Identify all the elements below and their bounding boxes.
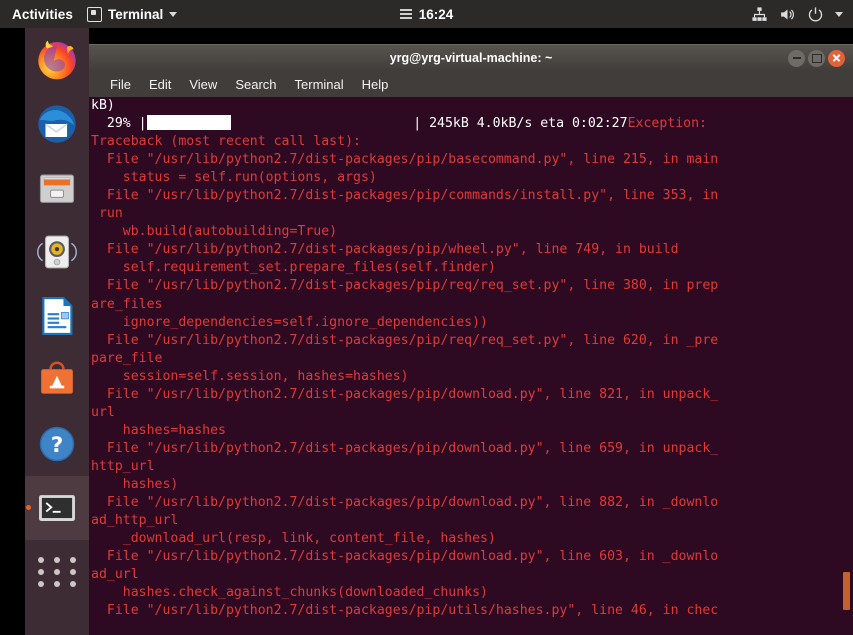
terminal-line: hashes=hashes: [91, 422, 226, 438]
menu-bar: File Edit View Search Terminal Help: [89, 71, 853, 97]
dock-item-firefox[interactable]: [25, 28, 89, 92]
terminal-line: ad_url: [91, 567, 139, 583]
dock-item-show-applications[interactable]: [25, 540, 89, 604]
terminal-line: ignore_dependencies=self.ignore_dependen…: [91, 314, 488, 330]
dock-item-files[interactable]: [25, 156, 89, 220]
terminal-scrollbar[interactable]: [841, 97, 853, 635]
terminal-line: self.requirement_set.prepare_files(self.…: [91, 260, 496, 276]
firefox-icon: [38, 40, 76, 80]
dock-item-thunderbird[interactable]: [25, 92, 89, 156]
files-icon: [39, 174, 75, 203]
terminal-line: _download_url(resp, link, content_file, …: [91, 531, 496, 547]
window-controls: [788, 45, 845, 71]
volume-icon[interactable]: [779, 6, 796, 23]
window-title: yrg@yrg-virtual-machine: ~: [389, 51, 553, 65]
app-menu-terminal[interactable]: Terminal: [87, 6, 178, 22]
terminal-line: File "/usr/lib/python2.7/dist-packages/p…: [91, 278, 719, 294]
terminal-line: File "/usr/lib/python2.7/dist-packages/p…: [91, 440, 719, 456]
show-applications-icon: [33, 554, 81, 590]
terminal-line: ad_http_url: [91, 513, 179, 529]
dock-item-help[interactable]: ?: [25, 412, 89, 476]
terminal-line: are_files: [91, 296, 163, 312]
terminal-line: File "/usr/lib/python2.7/dist-packages/p…: [91, 603, 719, 619]
menu-item-edit[interactable]: Edit: [140, 75, 180, 94]
menu-item-file[interactable]: File: [101, 75, 140, 94]
desktop-screen: Activities Terminal 16:24 ? yrg@yrg-virt…: [0, 0, 853, 635]
terminal-line: File "/usr/lib/python2.7/dist-packages/p…: [91, 332, 719, 348]
libreoffice-writer-icon: [42, 296, 73, 336]
window-titlebar[interactable]: yrg@yrg-virtual-machine: ~: [89, 44, 853, 71]
terminal-line: 29% | | 245kB 4.0kB/s eta 0:02:27Excepti…: [91, 115, 821, 133]
activities-button[interactable]: Activities: [12, 7, 73, 22]
progress-percent: 29% |: [91, 116, 147, 132]
terminal-line: File "/usr/lib/python2.7/dist-packages/p…: [91, 549, 719, 565]
app-menu-label: Terminal: [108, 6, 164, 22]
menu-item-view[interactable]: View: [180, 75, 226, 94]
terminal-line: hashes.check_against_chunks(downloaded_c…: [91, 585, 488, 601]
terminal-window: yrg@yrg-virtual-machine: ~ File Edit Vie…: [89, 44, 853, 635]
help-icon: ?: [39, 426, 75, 462]
dock-item-rhythmbox[interactable]: [25, 220, 89, 284]
chevron-down-icon[interactable]: [835, 11, 843, 17]
app-window-icon: [87, 6, 103, 22]
terminal-line: session=self.session, hashes=hashes): [91, 368, 409, 384]
terminal-line: kB): [91, 98, 115, 113]
terminal-line: http_url: [91, 458, 155, 474]
network-icon[interactable]: [751, 6, 768, 23]
menu-item-terminal[interactable]: Terminal: [286, 75, 353, 94]
terminal-line: wb.build(autobuilding=True): [91, 224, 338, 240]
menu-item-search[interactable]: Search: [226, 75, 285, 94]
terminal-line: File "/usr/lib/python2.7/dist-packages/p…: [91, 242, 679, 258]
launcher-dock: ?: [25, 28, 89, 635]
scrollbar-thumb[interactable]: [843, 572, 850, 610]
maximize-button[interactable]: [808, 49, 825, 67]
gnome-top-bar: Activities Terminal 16:24: [0, 0, 853, 28]
minimize-button[interactable]: [788, 49, 805, 67]
terminal-line: hashes): [91, 476, 179, 492]
progress-stats: | 245kB 4.0kB/s eta 0:02:27: [405, 116, 628, 132]
terminal-text: kB) 29% | | 245kB 4.0kB/s eta 0:02:27Exc…: [91, 97, 821, 620]
dock-item-ubuntu-software[interactable]: [25, 348, 89, 412]
power-icon[interactable]: [807, 6, 824, 23]
rhythmbox-icon: [37, 235, 77, 269]
terminal-line: url: [91, 404, 115, 420]
clock-label[interactable]: 16:24: [419, 7, 454, 22]
terminal-line: File "/usr/lib/python2.7/dist-packages/p…: [91, 386, 719, 402]
svg-text:?: ?: [51, 433, 64, 458]
terminal-icon: [39, 495, 75, 521]
close-button[interactable]: [828, 49, 845, 67]
terminal-line: File "/usr/lib/python2.7/dist-packages/p…: [91, 152, 719, 168]
dock-item-libreoffice-writer[interactable]: [25, 284, 89, 348]
exception-label: Exception:: [627, 116, 707, 132]
terminal-line: run: [91, 206, 123, 222]
dock-item-terminal[interactable]: [25, 476, 89, 540]
progress-bar-track: [231, 116, 406, 131]
calendar-icon[interactable]: [399, 8, 412, 20]
thunderbird-icon: [38, 105, 76, 143]
menu-item-help[interactable]: Help: [353, 75, 398, 94]
terminal-line: File "/usr/lib/python2.7/dist-packages/p…: [91, 495, 719, 511]
terminal-output-area[interactable]: kB) 29% | | 245kB 4.0kB/s eta 0:02:27Exc…: [89, 97, 853, 635]
ubuntu-software-icon: [41, 361, 73, 394]
progress-bar-fill: [146, 115, 231, 131]
chevron-down-icon: [169, 11, 178, 17]
terminal-line: File "/usr/lib/python2.7/dist-packages/p…: [91, 188, 719, 204]
terminal-line: Traceback (most recent call last):: [91, 134, 361, 150]
terminal-line: status = self.run(options, args): [91, 170, 377, 186]
terminal-line: pare_file: [91, 350, 163, 366]
system-status-area: [751, 0, 843, 28]
